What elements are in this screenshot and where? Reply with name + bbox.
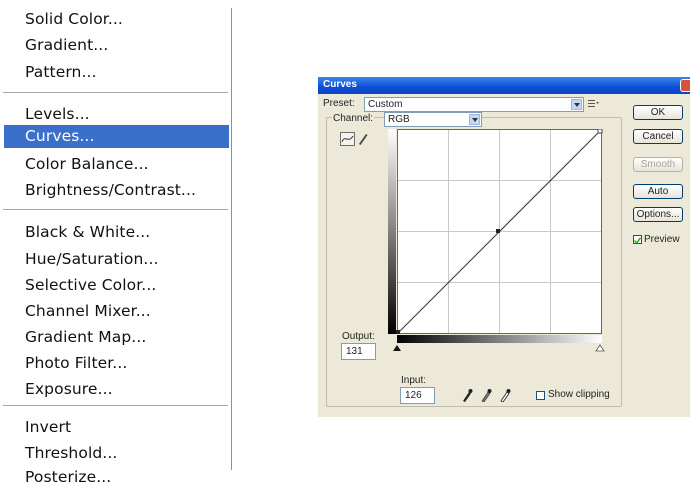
channel-value: RGB: [388, 114, 410, 125]
options-button[interactable]: Options...: [633, 207, 683, 222]
black-eyedropper-icon[interactable]: [461, 388, 473, 402]
cancel-button[interactable]: Cancel: [633, 129, 683, 144]
curve-point-mid[interactable]: [496, 229, 500, 233]
preset-options-icon[interactable]: [588, 99, 599, 109]
menu-item-color-balance[interactable]: Color Balance...: [25, 153, 149, 176]
curve-point-white[interactable]: [597, 129, 603, 134]
channel-label: Channel:: [332, 113, 375, 124]
curves-dialog: Curves Preset: Custom Channel: RGB Outpu…: [318, 77, 690, 417]
auto-button[interactable]: Auto: [633, 184, 683, 199]
close-icon[interactable]: [680, 79, 690, 92]
checkmark-icon: [633, 237, 642, 245]
curve-tool-icon: [341, 135, 354, 143]
chevron-down-icon[interactable]: [571, 99, 582, 110]
menu-item-exposure[interactable]: Exposure...: [25, 378, 113, 401]
input-gradient-bar: [397, 335, 602, 343]
menu-item-threshold[interactable]: Threshold...: [25, 442, 117, 465]
menu-item-channel-mixer[interactable]: Channel Mixer...: [25, 300, 151, 323]
menu-item-gradient-map[interactable]: Gradient Map...: [25, 326, 146, 349]
chevron-down-icon[interactable]: [469, 114, 480, 125]
black-point-slider[interactable]: [393, 345, 401, 351]
menu-item-gradient[interactable]: Gradient...: [25, 34, 108, 57]
menu-separator: [3, 92, 228, 93]
show-clipping-checkbox[interactable]: [536, 391, 545, 400]
curve-point-black[interactable]: [396, 330, 400, 334]
white-point-slider[interactable]: [595, 344, 605, 352]
menu-item-hue-saturation[interactable]: Hue/Saturation...: [25, 248, 159, 271]
adjustments-menu: Solid Color... Gradient... Pattern... Le…: [0, 0, 231, 486]
menu-item-brightness-contrast[interactable]: Brightness/Contrast...: [25, 179, 196, 202]
menu-item-black-white[interactable]: Black & White...: [25, 221, 150, 244]
preset-label: Preset:: [323, 98, 355, 109]
gray-eyedropper-icon[interactable]: [480, 388, 492, 402]
menu-item-levels[interactable]: Levels...: [25, 103, 90, 126]
pencil-icon[interactable]: [357, 132, 368, 145]
menu-item-selective-color[interactable]: Selective Color...: [25, 274, 156, 297]
menu-item-pattern[interactable]: Pattern...: [25, 61, 97, 84]
menu-item-invert[interactable]: Invert: [25, 416, 71, 439]
curve-graph[interactable]: [388, 129, 612, 383]
smooth-button[interactable]: Smooth: [633, 157, 683, 172]
menu-separator: [3, 405, 228, 406]
output-gradient-bar: [388, 129, 396, 334]
menu-border: [231, 8, 232, 470]
output-label: Output:: [342, 331, 375, 342]
curve-point-tool[interactable]: [340, 132, 355, 146]
menu-item-curves[interactable]: Curves...: [4, 125, 229, 148]
dialog-titlebar[interactable]: Curves: [318, 77, 690, 94]
dialog-title: Curves: [323, 79, 357, 90]
menu-item-photo-filter[interactable]: Photo Filter...: [25, 352, 127, 375]
menu-separator: [3, 209, 228, 210]
white-eyedropper-icon[interactable]: [499, 388, 511, 402]
preview-label: Preview: [644, 234, 680, 245]
menu-item-solid-color[interactable]: Solid Color...: [25, 8, 123, 31]
preset-dropdown[interactable]: Custom: [364, 97, 584, 112]
menu-item-posterize[interactable]: Posterize...: [25, 466, 111, 489]
input-field[interactable]: 126: [400, 387, 435, 404]
input-label: Input:: [401, 375, 427, 386]
channel-dropdown[interactable]: RGB: [384, 112, 482, 127]
preset-value: Custom: [368, 99, 403, 110]
preview-checkbox[interactable]: [633, 235, 642, 245]
output-field[interactable]: 131: [341, 343, 376, 360]
ok-button[interactable]: OK: [633, 105, 683, 120]
show-clipping-label: Show clipping: [548, 389, 610, 400]
